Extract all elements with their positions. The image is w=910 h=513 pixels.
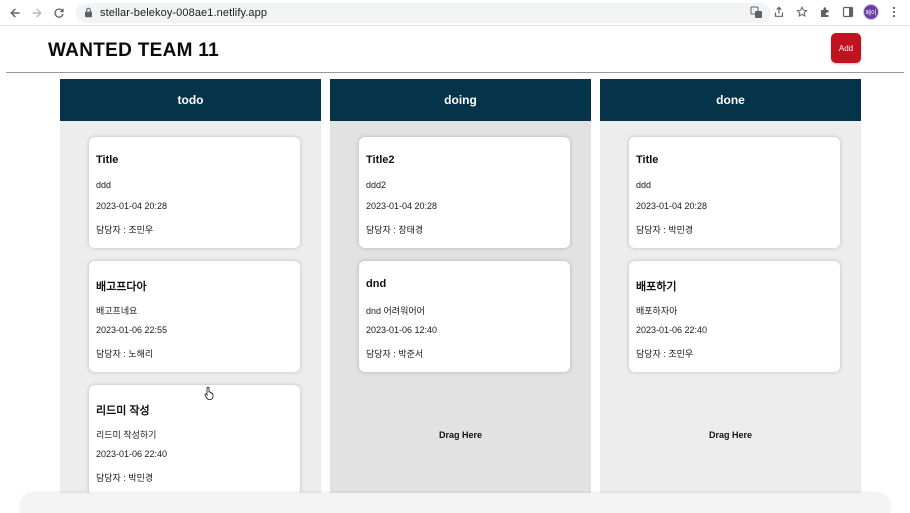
header-divider [6, 72, 904, 73]
card-owner: 담당자 : 장태경 [366, 225, 424, 235]
card-owner: 담당자 : 박민경 [96, 473, 154, 483]
lock-icon[interactable] [82, 7, 94, 19]
window-bottom-edge [20, 493, 890, 513]
card-description: 배포하자아 [636, 306, 678, 316]
side-panel-icon[interactable] [840, 4, 856, 20]
card-description: ddd [636, 180, 652, 190]
card-title: Title2 [366, 154, 395, 166]
card-title: 배고프다아 [96, 281, 147, 293]
forward-arrow-icon[interactable] [28, 4, 46, 22]
page-title: WANTED TEAM 11 [48, 40, 219, 61]
url-text[interactable]: stellar-belekoy-008ae1.netlify.app [100, 7, 267, 19]
card-title: 배포하기 [636, 281, 677, 293]
card-title: Title [636, 154, 659, 166]
task-card[interactable]: 배고프다아 배고프네요 2023-01-06 22:55 담당자 : 노해리 [89, 261, 300, 372]
translate-icon[interactable] [748, 4, 764, 20]
card-date: 2023-01-06 22:40 [636, 325, 708, 335]
card-title: Title [96, 154, 119, 166]
bookmark-star-icon[interactable] [794, 4, 810, 20]
card-owner: 담당자 : 박준서 [366, 349, 424, 359]
column-header-done: done [600, 79, 861, 121]
card-description: dnd 어려워어어 [366, 306, 425, 316]
column-header-doing: doing [330, 79, 591, 121]
back-arrow-icon[interactable] [6, 4, 24, 22]
column-body-doing[interactable]: Title2 ddd2 2023-01-04 20:28 담당자 : 장태경 d… [330, 121, 591, 502]
column-header-todo: todo [60, 79, 321, 121]
card-title: dnd [366, 278, 387, 290]
card-date: 2023-01-06 12:40 [366, 325, 438, 335]
task-card[interactable]: Title ddd 2023-01-04 20:28 담당자 : 박민경 [629, 137, 840, 248]
reload-icon[interactable] [50, 4, 68, 22]
card-description: ddd [96, 180, 112, 190]
card-date: 2023-01-06 22:55 [96, 325, 168, 335]
more-menu-icon[interactable] [886, 4, 902, 20]
column-doing: doing Title2 ddd2 2023-01-04 20:28 담당자 :… [330, 79, 591, 502]
task-card[interactable]: Title2 ddd2 2023-01-04 20:28 담당자 : 장태경 [359, 137, 570, 248]
browser-toolbar: stellar-belekoy-008ae1.netlify.app 메이 [0, 0, 910, 26]
task-card[interactable]: dnd dnd 어려워어어 2023-01-06 12:40 담당자 : 박준서 [359, 261, 570, 372]
card-date: 2023-01-06 22:40 [96, 449, 168, 459]
card-description: ddd2 [366, 180, 387, 190]
card-date: 2023-01-04 20:28 [96, 201, 168, 211]
app-header: WANTED TEAM 11 Add [0, 26, 910, 73]
card-date: 2023-01-04 20:28 [366, 201, 438, 211]
column-done: done Title ddd 2023-01-04 20:28 담당자 : 박민… [600, 79, 861, 502]
card-date: 2023-01-04 20:28 [636, 201, 708, 211]
card-owner: 담당자 : 조민우 [96, 225, 154, 235]
card-owner: 담당자 : 조민우 [636, 349, 694, 359]
task-card[interactable]: Title ddd 2023-01-04 20:28 담당자 : 조민우 [89, 137, 300, 248]
column-body-todo[interactable]: Title ddd 2023-01-04 20:28 담당자 : 조민우 배고프… [60, 121, 321, 502]
hand-cursor-icon [204, 386, 216, 401]
card-owner: 담당자 : 노해리 [96, 349, 154, 359]
column-body-done[interactable]: Title ddd 2023-01-04 20:28 담당자 : 박민경 배포하… [600, 121, 861, 502]
drag-here-drop-zone[interactable]: Drag Here [330, 430, 591, 440]
add-button[interactable]: Add [831, 33, 861, 63]
address-bar[interactable]: stellar-belekoy-008ae1.netlify.app [76, 2, 771, 23]
drag-here-drop-zone[interactable]: Drag Here [600, 430, 861, 440]
task-card[interactable]: 배포하기 배포하자아 2023-01-06 22:40 담당자 : 조민우 [629, 261, 840, 372]
profile-avatar[interactable]: 메이 [863, 4, 879, 20]
card-description: 리드미 작성하기 [96, 430, 157, 440]
extensions-icon[interactable] [817, 4, 833, 20]
share-icon[interactable] [771, 4, 787, 20]
task-card[interactable]: 리드미 작성 리드미 작성하기 2023-01-06 22:40 담당자 : 박… [89, 385, 300, 496]
column-todo: todo Title ddd 2023-01-04 20:28 담당자 : 조민… [60, 79, 321, 502]
card-description: 배고프네요 [96, 306, 138, 316]
card-title: 리드미 작성 [96, 405, 150, 417]
card-owner: 담당자 : 박민경 [636, 225, 694, 235]
